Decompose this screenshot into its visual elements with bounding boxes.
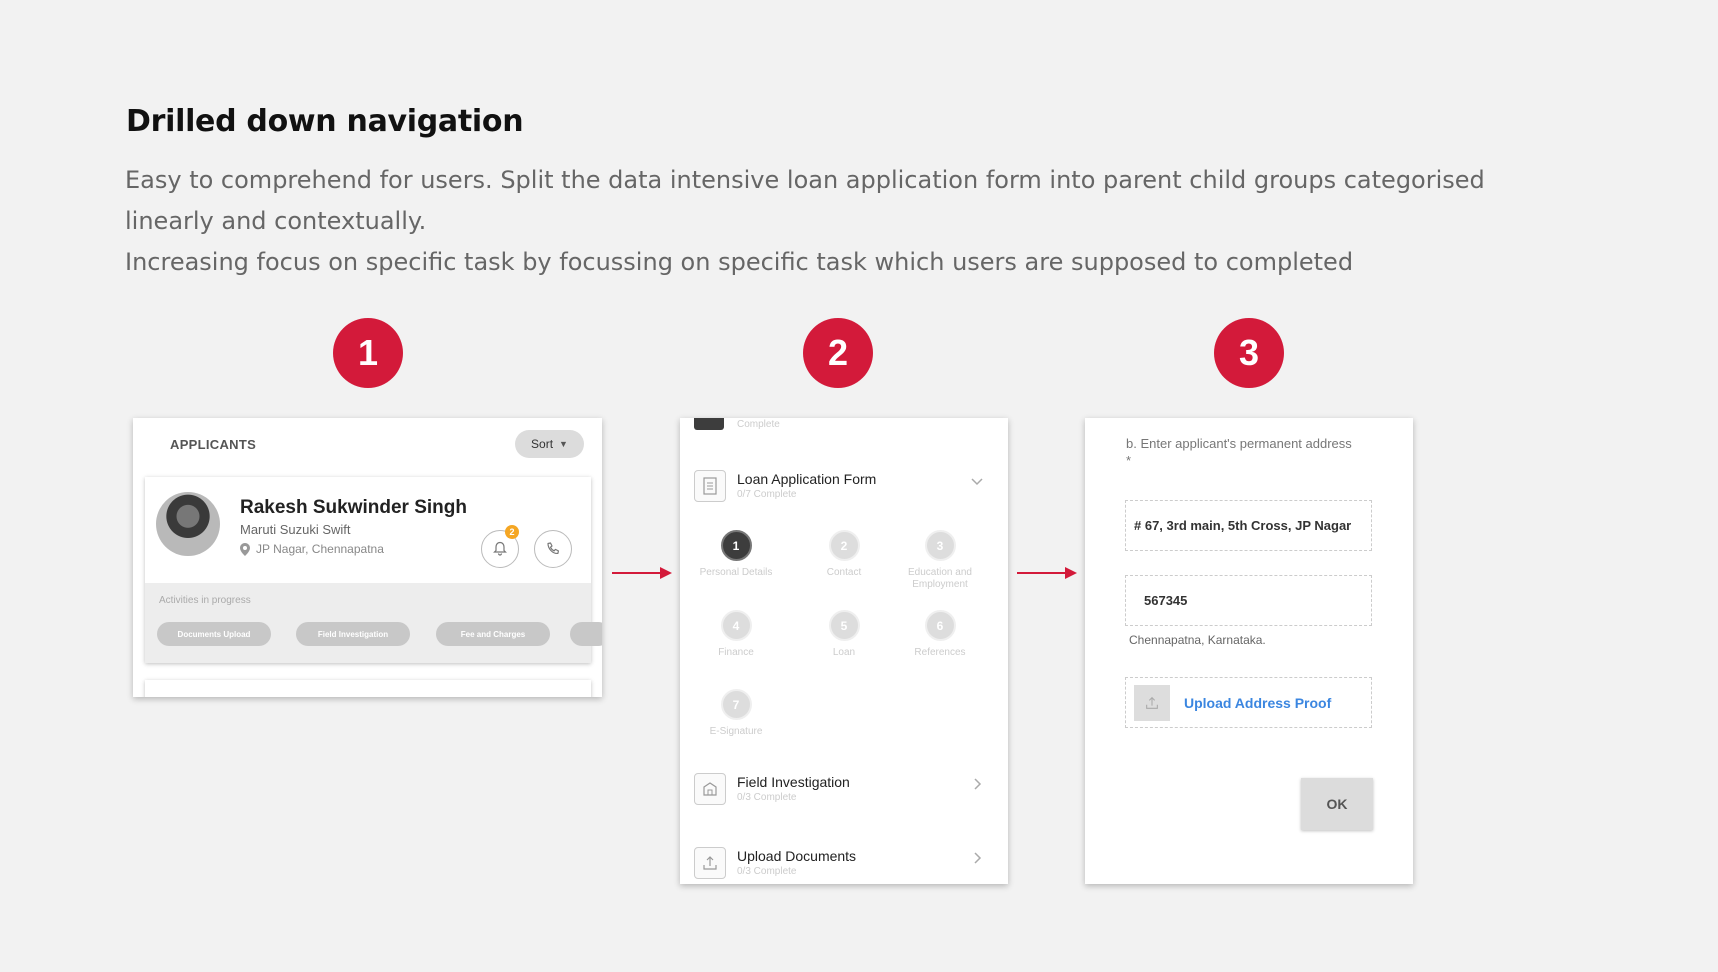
phone-icon	[547, 542, 559, 555]
notification-button[interactable]: 2	[481, 525, 519, 568]
step-number: 6	[924, 610, 956, 641]
step-label: Contact	[826, 567, 862, 578]
pincode-value: 567345	[1144, 593, 1188, 608]
activities-label: Activities in progress	[159, 595, 251, 606]
step-number: 1	[720, 530, 752, 561]
applicants-title: APPLICANTS	[170, 437, 257, 452]
applicant-card[interactable]: Rakesh Sukwinder Singh Maruti Suzuki Swi…	[145, 477, 602, 663]
step-number: 7	[720, 689, 752, 720]
section-heading: Drilled down navigation	[126, 104, 524, 139]
activity-chip[interactable]: Fee and Charges	[436, 622, 550, 646]
chevron-right-icon	[974, 778, 982, 790]
sort-button[interactable]: Sort ▼	[515, 430, 584, 458]
call-button[interactable]	[534, 530, 572, 568]
step-label: Personal Details	[699, 567, 773, 578]
description-line-1: Easy to comprehend for users. Split the …	[125, 166, 1485, 235]
avatar	[156, 492, 220, 556]
step-badge-1: 1	[333, 318, 403, 388]
step-number: 2	[828, 530, 860, 561]
upload-icon	[1134, 684, 1170, 721]
city-helper-text: Chennapatna, Karnataka.	[1129, 633, 1266, 647]
applicant-card-next[interactable]	[145, 680, 591, 697]
activity-chip[interactable]: Documents Upload	[157, 622, 271, 646]
upload-documents-row[interactable]: Upload Documents 0/3 Complete	[694, 847, 994, 884]
location-pin-icon	[240, 542, 250, 556]
step-education[interactable]: 3 Education and Employment	[890, 530, 990, 591]
step-label: Education and Employment	[908, 567, 972, 590]
step-references[interactable]: 6 References	[890, 610, 990, 659]
location-text: JP Nagar, Chennapatna	[256, 542, 384, 556]
section-description: Easy to comprehend for users. Split the …	[125, 160, 1525, 283]
field-investigation-icon	[694, 773, 726, 805]
step-label: References	[914, 647, 966, 658]
arrow-right-icon	[1017, 567, 1077, 579]
chevron-right-icon	[974, 852, 982, 864]
caret-down-icon: ▼	[559, 439, 568, 449]
section-title: Field Investigation	[737, 774, 850, 790]
activities-panel: Activities in progress Documents Upload …	[145, 583, 602, 663]
activity-chip-partial[interactable]	[570, 622, 602, 646]
description-line-2: Increasing focus on specific task by foc…	[125, 248, 1354, 276]
address-screen: b. Enter applicant's permanent address *…	[1085, 418, 1413, 884]
applicant-name: Rakesh Sukwinder Singh	[240, 497, 467, 518]
section-icon	[694, 418, 724, 430]
upload-address-proof[interactable]: Upload Address Proof	[1125, 677, 1372, 728]
address-label: b. Enter applicant's permanent address *	[1126, 436, 1352, 468]
form-icon	[694, 470, 726, 502]
pincode-field[interactable]: 567345	[1125, 575, 1372, 626]
upload-icon	[694, 847, 726, 879]
step-number: 4	[720, 610, 752, 641]
section-subtitle: 0/3 Complete	[737, 792, 797, 803]
field-investigation-row[interactable]: Field Investigation 0/3 Complete	[694, 773, 994, 823]
step-number: 5	[828, 610, 860, 641]
section-subtitle: 0/3 Complete	[737, 866, 797, 877]
step-badge-2: 2	[803, 318, 873, 388]
arrow-right-icon	[612, 567, 672, 579]
section-status: Complete	[737, 419, 780, 430]
step-e-signature[interactable]: 7 E-Signature	[686, 689, 786, 738]
notification-count-badge: 2	[505, 525, 519, 539]
step-finance[interactable]: 4 Finance	[686, 610, 786, 659]
address-field[interactable]: # 67, 3rd main, 5th Cross, JP Nagar	[1125, 500, 1372, 551]
step-badge-3: 3	[1214, 318, 1284, 388]
activity-chip[interactable]: Field Investigation	[296, 622, 410, 646]
section-title: Upload Documents	[737, 848, 857, 864]
chevron-down-icon	[971, 478, 983, 486]
applicant-vehicle: Maruti Suzuki Swift	[240, 522, 351, 537]
step-label: Loan	[832, 647, 856, 658]
section-title: Loan Application Form	[737, 471, 877, 487]
step-loan[interactable]: 5 Loan	[794, 610, 894, 659]
ok-button[interactable]: OK	[1301, 778, 1373, 830]
bell-icon	[493, 541, 507, 556]
step-personal-details[interactable]: 1 Personal Details	[686, 530, 786, 579]
applicants-screen: APPLICANTS Sort ▼ Rakesh Sukwinder Singh…	[133, 418, 602, 697]
step-label: Finance	[718, 647, 754, 658]
address-value: # 67, 3rd main, 5th Cross, JP Nagar	[1134, 518, 1352, 533]
upload-link[interactable]: Upload Address Proof	[1184, 695, 1331, 711]
sort-label: Sort	[531, 437, 554, 451]
applicant-location: JP Nagar, Chennapatna	[240, 542, 384, 556]
section-subtitle: 0/7 Complete	[737, 489, 797, 500]
loan-sections-screen: Complete Loan Application Form 0/7 Compl…	[680, 418, 1008, 884]
step-number: 3	[924, 530, 956, 561]
step-contact[interactable]: 2 Contact	[794, 530, 894, 579]
step-label: E-Signature	[709, 726, 763, 737]
loan-application-form-row[interactable]: Loan Application Form 0/7 Complete	[694, 470, 994, 520]
